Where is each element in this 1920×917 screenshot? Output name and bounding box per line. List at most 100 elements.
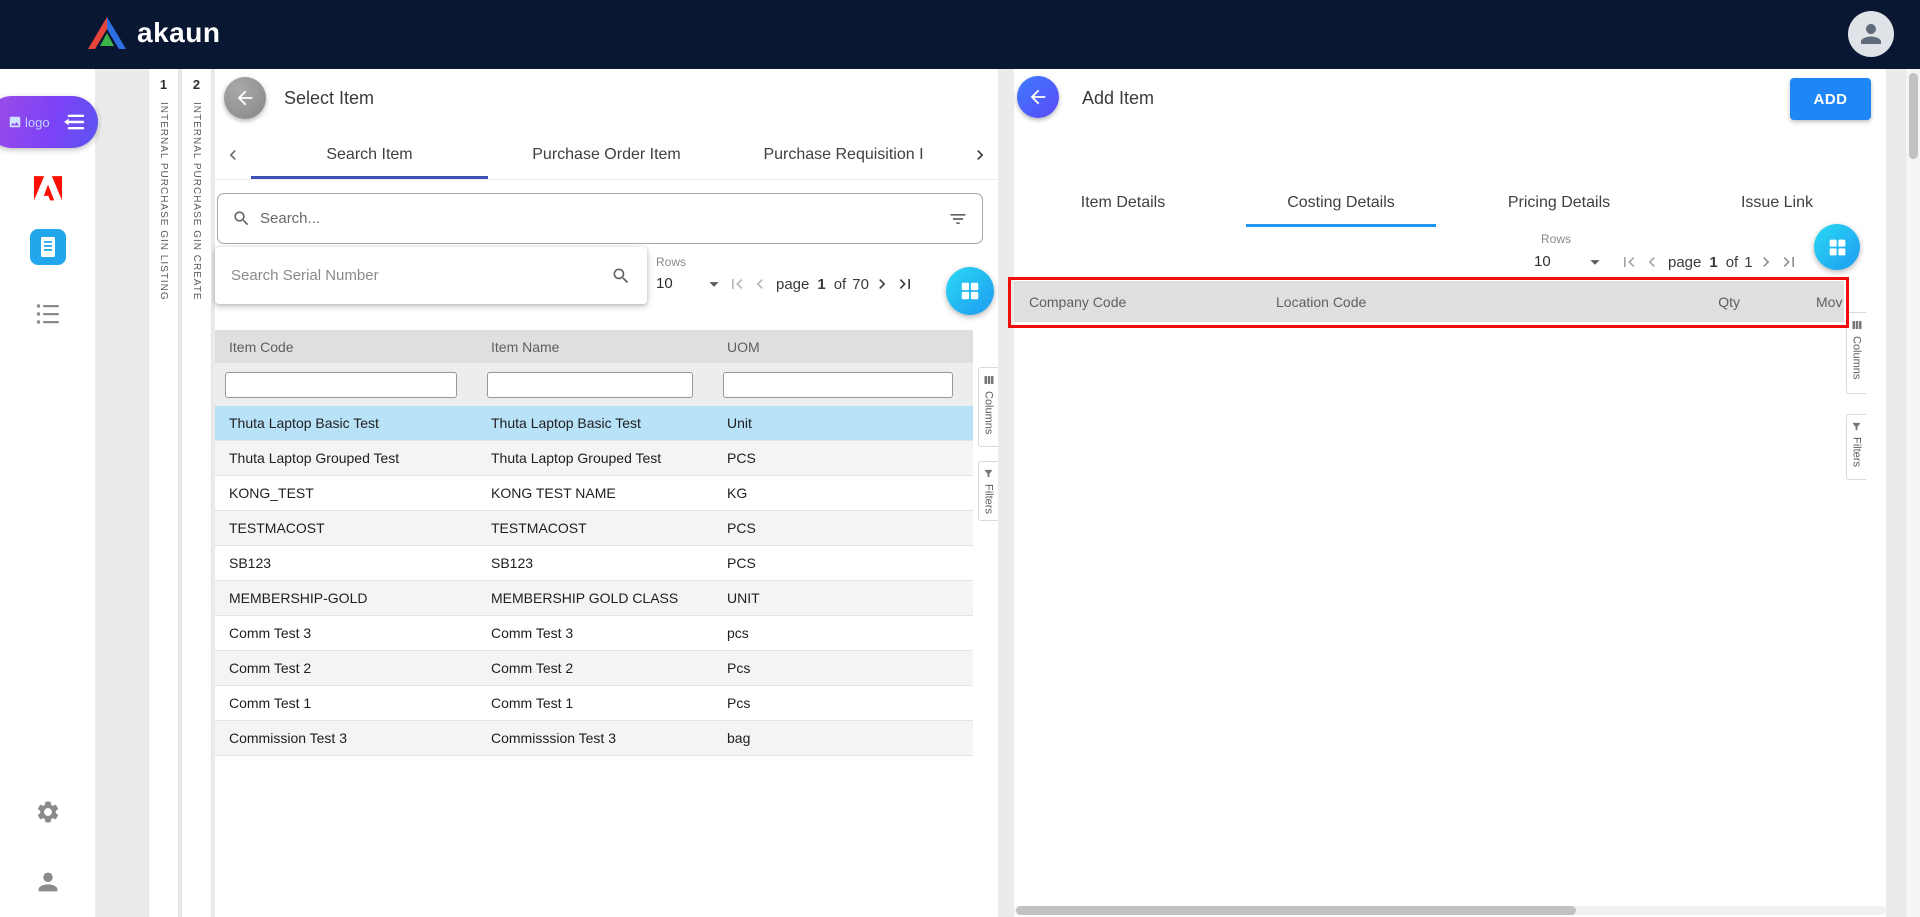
filters-tab-label: Filters xyxy=(983,484,995,514)
page-title: Select Item xyxy=(284,88,374,109)
select-item-panel: Select Item Search Item Purchase Order I… xyxy=(215,69,998,917)
tab-issue-link[interactable]: Issue Link xyxy=(1668,179,1886,227)
tab-label: Pricing Details xyxy=(1508,194,1610,212)
chevron-left-icon xyxy=(223,145,243,165)
tab-label: Item Details xyxy=(1081,194,1165,212)
item-search-input[interactable] xyxy=(260,210,939,227)
serial-number-input[interactable] xyxy=(231,267,611,284)
workspace-tab-label: INTERNAL PURCHASE GIN LISTING xyxy=(158,102,169,301)
columns-icon xyxy=(983,374,995,386)
next-page-button[interactable] xyxy=(1756,252,1776,272)
tab-search-item[interactable]: Search Item xyxy=(251,131,488,179)
brand-logo[interactable]: akaun xyxy=(86,16,220,50)
column-header-item-code: Item Code xyxy=(215,339,477,355)
columns-tab-label: Columns xyxy=(1851,336,1863,379)
filters-side-tab[interactable]: Filters xyxy=(1846,414,1866,480)
table-row[interactable]: MEMBERSHIP-GOLD MEMBERSHIP GOLD CLASS UN… xyxy=(215,581,973,616)
search-icon xyxy=(232,209,251,228)
item-table: Item Code Item Name UOM Thuta Laptop Bas… xyxy=(215,330,973,756)
sidebar-item-documents[interactable] xyxy=(0,228,95,266)
caret-down-icon[interactable] xyxy=(703,273,725,295)
broken-logo-image: logo xyxy=(8,115,50,130)
grid-view-button[interactable] xyxy=(1814,224,1860,270)
previous-page-button[interactable] xyxy=(750,274,770,294)
sidebar-logo-pill[interactable]: logo xyxy=(0,96,98,148)
filters-side-tab[interactable]: Filters xyxy=(978,461,998,521)
back-button[interactable] xyxy=(1017,76,1059,118)
grid-view-button[interactable] xyxy=(946,267,994,315)
sidebar-settings[interactable] xyxy=(0,799,95,825)
rows-per-page-label: Rows xyxy=(1541,232,1571,246)
item-table-filter-row xyxy=(215,363,973,406)
rows-per-page-select[interactable]: 10 xyxy=(1534,253,1551,270)
horizontal-scrollbar-thumb[interactable] xyxy=(1016,906,1576,915)
table-row[interactable]: Comm Test 1 Comm Test 1 Pcs xyxy=(215,686,973,721)
vertical-scrollbar[interactable] xyxy=(1905,69,1920,917)
brand-name: akaun xyxy=(137,17,220,49)
vertical-scrollbar-thumb[interactable] xyxy=(1909,73,1918,159)
sidebar-toggle-icon[interactable] xyxy=(64,113,86,131)
pagination: page 1 of 70 xyxy=(727,274,915,294)
previous-page-button[interactable] xyxy=(1642,252,1662,272)
item-table-header: Item Code Item Name UOM xyxy=(215,330,973,363)
caret-down-icon[interactable] xyxy=(1584,251,1606,273)
columns-side-tab[interactable]: Columns xyxy=(1846,312,1866,394)
last-page-button[interactable] xyxy=(1779,252,1799,272)
table-row[interactable]: SB123 SB123 PCS xyxy=(215,546,973,581)
current-page: 1 xyxy=(1709,254,1717,271)
image-placeholder-icon xyxy=(8,115,22,129)
workspace-tab-1[interactable]: 1 INTERNAL PURCHASE GIN LISTING xyxy=(148,69,179,917)
page-word: page xyxy=(1668,254,1701,271)
column-header-uom: UOM xyxy=(713,339,973,355)
table-row[interactable]: Comm Test 2 Comm Test 2 Pcs xyxy=(215,651,973,686)
item-table-body: Thuta Laptop Basic Test Thuta Laptop Bas… xyxy=(215,406,973,756)
grid-icon xyxy=(1827,237,1848,258)
page-title: Add Item xyxy=(1082,88,1154,109)
annotation-highlight xyxy=(1008,277,1849,328)
columns-icon xyxy=(1851,319,1863,331)
filters-tab-label: Filters xyxy=(1851,437,1863,467)
tab-label: Costing Details xyxy=(1287,194,1395,212)
tabs-scroll-left-button[interactable] xyxy=(215,131,251,179)
back-button[interactable] xyxy=(224,77,266,119)
rows-per-page-select[interactable]: 10 xyxy=(656,275,673,292)
tab-purchase-requisition-item[interactable]: Purchase Requisition I xyxy=(725,131,962,179)
add-button[interactable]: ADD xyxy=(1790,78,1871,120)
table-row[interactable]: Comm Test 3 Comm Test 3 pcs xyxy=(215,616,973,651)
sidebar-item-listing[interactable] xyxy=(0,303,95,325)
filter-list-icon[interactable] xyxy=(948,209,968,229)
table-row[interactable]: KONG_TEST KONG TEST NAME KG xyxy=(215,476,973,511)
table-row[interactable]: Commission Test 3 Commisssion Test 3 bag xyxy=(215,721,973,756)
horizontal-scrollbar[interactable] xyxy=(1014,906,1886,915)
table-row[interactable]: TESTMACOST TESTMACOST PCS xyxy=(215,511,973,546)
add-item-tabbar: Item Details Costing Details Pricing Det… xyxy=(1014,179,1886,227)
workspace-tab-number: 2 xyxy=(193,69,200,92)
uom-filter-input[interactable] xyxy=(723,372,953,398)
sidebar-profile[interactable] xyxy=(0,868,95,896)
next-page-button[interactable] xyxy=(872,274,892,294)
last-page-button[interactable] xyxy=(895,274,915,294)
search-icon[interactable] xyxy=(611,266,631,286)
tab-purchase-order-item[interactable]: Purchase Order Item xyxy=(488,131,725,179)
tab-item-details[interactable]: Item Details xyxy=(1014,179,1232,227)
table-row[interactable]: Thuta Laptop Grouped Test Thuta Laptop G… xyxy=(215,441,973,476)
workspace-tab-2[interactable]: 2 INTERNAL PURCHASE GIN CREATE xyxy=(181,69,212,917)
item-search-box xyxy=(217,193,983,244)
table-row[interactable]: Thuta Laptop Basic Test Thuta Laptop Bas… xyxy=(215,406,973,441)
serial-number-search-box xyxy=(215,247,647,304)
first-page-button[interactable] xyxy=(727,274,747,294)
item-name-filter-input[interactable] xyxy=(487,372,693,398)
sidebar-item-pdf[interactable] xyxy=(0,176,95,202)
tab-pricing-details[interactable]: Pricing Details xyxy=(1450,179,1668,227)
logo-alt-text: logo xyxy=(25,115,50,130)
item-code-filter-input[interactable] xyxy=(225,372,457,398)
select-item-tabbar: Search Item Purchase Order Item Purchase… xyxy=(215,131,998,180)
current-page: 1 xyxy=(817,276,825,293)
tabs-scroll-right-button[interactable] xyxy=(962,131,998,179)
columns-side-tab[interactable]: Columns xyxy=(978,367,998,447)
first-page-button[interactable] xyxy=(1619,252,1639,272)
gear-icon xyxy=(35,799,61,825)
tab-label: Purchase Order Item xyxy=(532,146,681,164)
tab-costing-details[interactable]: Costing Details xyxy=(1232,179,1450,227)
user-avatar[interactable] xyxy=(1848,11,1894,57)
